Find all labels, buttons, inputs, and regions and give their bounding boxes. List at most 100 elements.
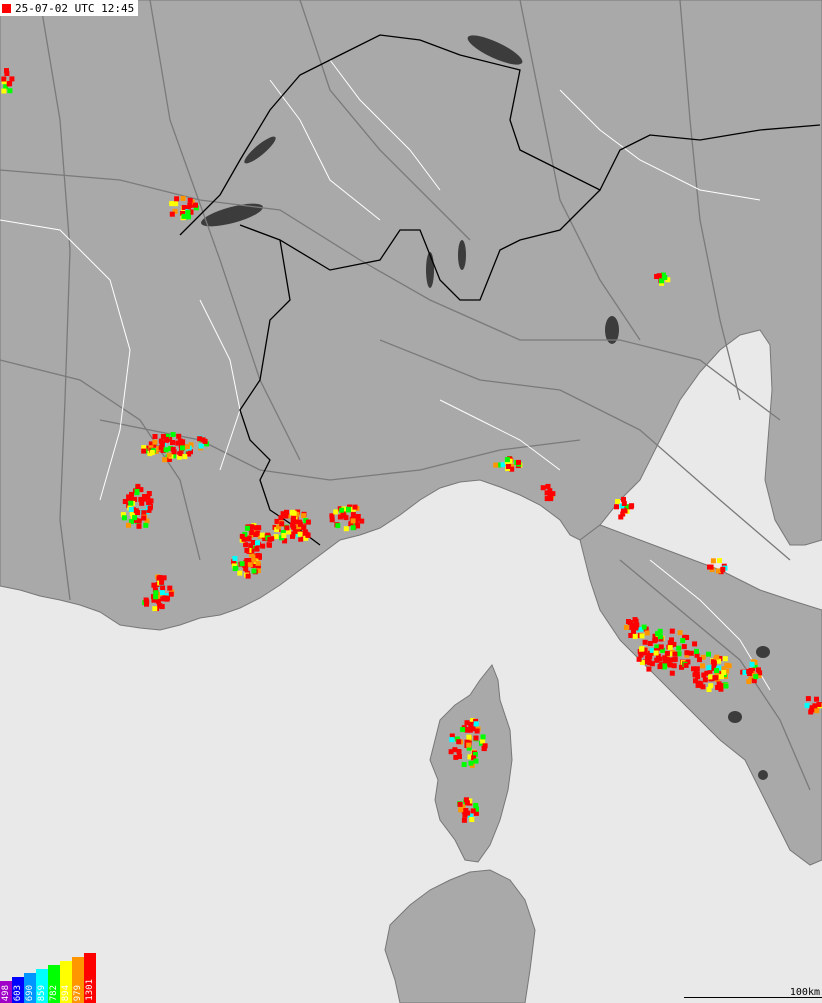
- lightning-strike: [480, 734, 486, 740]
- lightning-strike: [545, 483, 551, 489]
- lightning-strike: [654, 657, 660, 663]
- lightning-strike: [121, 515, 127, 521]
- lightning-strike: [202, 438, 208, 444]
- lightning-strike: [460, 727, 466, 733]
- lightning-strike: [157, 575, 163, 580]
- lightning-strike: [470, 808, 476, 814]
- lightning-strike: [721, 670, 727, 675]
- lightning-strike: [671, 657, 677, 663]
- lightning-strike: [147, 505, 153, 511]
- lightning-strike: [243, 542, 249, 548]
- lightning-strike: [700, 663, 706, 669]
- lightning-strike: [504, 457, 510, 463]
- lightning-map: [0, 0, 822, 1003]
- lightning-strike: [647, 641, 653, 646]
- lightning-strike: [161, 575, 167, 581]
- lightning-strike: [160, 585, 166, 591]
- lightning-strike: [251, 557, 257, 563]
- lightning-strike: [458, 807, 464, 813]
- lightning-strike: [681, 644, 687, 650]
- lightning-strike: [247, 562, 253, 568]
- lightning-strike: [715, 568, 721, 574]
- lightning-strike: [694, 648, 699, 654]
- lightning-strike: [169, 201, 175, 207]
- lightning-strike: [714, 668, 719, 673]
- lightning-strike: [132, 515, 138, 521]
- lightning-strike: [683, 662, 689, 668]
- lightning-strike: [1, 76, 7, 82]
- lightning-strike: [657, 634, 663, 640]
- lightning-strike: [187, 197, 193, 203]
- lightning-strike: [473, 758, 479, 764]
- legend-item: 894: [60, 961, 72, 1003]
- lightning-strike: [706, 687, 712, 692]
- lightning-strike: [505, 464, 511, 469]
- lightning-strike: [335, 523, 341, 529]
- lightning-strike: [359, 518, 365, 524]
- lightning-strike: [343, 526, 349, 532]
- lightning-strike: [473, 721, 479, 727]
- lightning-strike: [697, 657, 702, 663]
- lightning-strike: [284, 525, 290, 531]
- lightning-strike: [481, 746, 487, 752]
- lightning-strike: [671, 663, 677, 669]
- lightning-strike: [143, 597, 149, 603]
- lightning-strike: [143, 522, 149, 528]
- lightning-strike: [697, 680, 703, 686]
- lightning-strike: [662, 275, 668, 280]
- lightning-strike: [676, 645, 682, 651]
- lightning-strike: [753, 674, 759, 680]
- lightning-strike: [468, 760, 474, 766]
- lightning-strike: [461, 817, 467, 823]
- lightning-strike: [129, 491, 134, 497]
- lightning-strike: [169, 211, 175, 217]
- lightning-strike: [152, 434, 158, 439]
- lightning-strike: [152, 439, 158, 445]
- lightning-strike: [712, 675, 718, 681]
- lightning-strike: [684, 650, 690, 656]
- legend-item: 979: [72, 957, 84, 1003]
- lightning-strike: [350, 525, 356, 531]
- legend-label: 859: [37, 984, 47, 1001]
- lightning-strike: [647, 660, 653, 666]
- lightning-strike: [232, 566, 238, 571]
- legend-label: 498: [1, 984, 11, 1001]
- lightning-strike: [695, 674, 701, 680]
- lightning-strike: [449, 737, 455, 743]
- lightning-strike: [239, 561, 245, 567]
- lightning-strike: [244, 525, 250, 531]
- lightning-strike: [652, 638, 658, 644]
- lightning-strike: [653, 650, 659, 656]
- lake-maggiore: [426, 252, 434, 288]
- lightning-strike: [465, 810, 471, 816]
- lightning-strike: [618, 514, 624, 520]
- lightning-strike: [814, 708, 820, 714]
- lightning-strike: [281, 533, 287, 538]
- lightning-strike: [707, 564, 712, 570]
- lightning-strike: [621, 496, 626, 502]
- lightning-strike: [279, 521, 285, 527]
- legend-item: 603: [12, 977, 24, 1003]
- lightning-strike: [748, 668, 754, 673]
- lightning-strike: [186, 214, 191, 220]
- lightning-strike: [701, 672, 707, 678]
- lightning-strike: [187, 202, 193, 208]
- strike-marker-icon: [2, 3, 11, 13]
- lightning-strike: [255, 560, 261, 566]
- lightning-strike: [160, 590, 165, 596]
- lightning-strike: [672, 651, 678, 657]
- lightning-strike: [253, 532, 259, 537]
- lightning-strike: [634, 622, 640, 628]
- lightning-strike: [706, 665, 712, 671]
- lightning-strike: [141, 515, 147, 521]
- lightning-strike: [711, 660, 717, 666]
- lightning-strike: [329, 517, 335, 523]
- lightning-strike: [746, 679, 752, 684]
- lightning-strike: [180, 195, 186, 201]
- lightning-strike: [4, 71, 10, 76]
- lightning-strike: [516, 459, 521, 465]
- color-legend: 498 603 690 859 782 894 979 1301: [0, 953, 96, 1003]
- lightning-strike: [646, 666, 652, 672]
- lightning-strike: [339, 507, 345, 513]
- lightning-strike: [639, 646, 645, 652]
